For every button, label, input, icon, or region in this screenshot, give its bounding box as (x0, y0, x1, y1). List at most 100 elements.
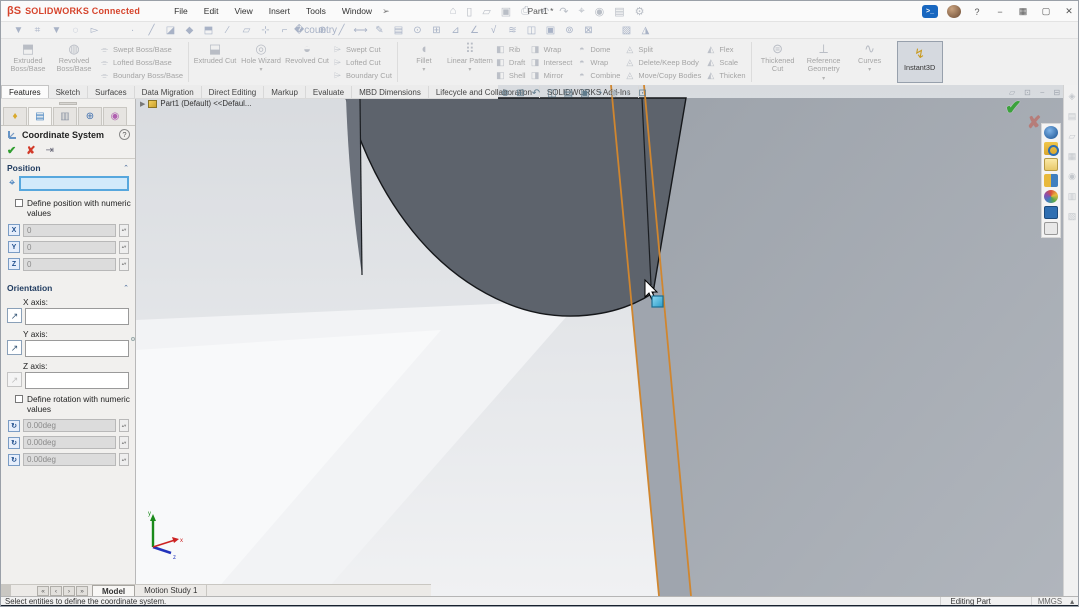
task-pane-forum-tab-icon[interactable]: ▧ (1068, 211, 1077, 222)
next-tab-button[interactable]: › (63, 586, 75, 596)
lasso-selection-icon[interactable]: ◌ (66, 25, 85, 36)
view-settings-icon[interactable]: ⊡ (638, 88, 646, 99)
command-tab[interactable]: Sketch (49, 86, 88, 98)
boss-base-stack-item[interactable]: ⌯ Boundary Boss/Base (99, 69, 183, 81)
flyout-feature-tree[interactable]: ▶ Part1 (Default) <<Defaul... (140, 99, 251, 108)
confirm-cancel-button[interactable]: ✘ (1027, 113, 1041, 133)
extruded-boss-base-button[interactable]: ⬒ Extruded Boss/Base (5, 39, 51, 85)
linear-pattern-button[interactable]: ⠿ Linear Pattern ▾ (447, 39, 493, 85)
filter-dimensions-icon[interactable]: ⟷ (351, 25, 370, 36)
define-position-checkbox[interactable]: Define position with numeric values (1, 195, 135, 222)
cut-stack-item[interactable]: ⌲ Lofted Cut (332, 56, 392, 68)
zoom-to-area-icon[interactable]: ⊞ (516, 88, 524, 99)
task-pane-explorer-tab-icon[interactable]: ▱ (1069, 131, 1076, 142)
filter-weld-symbols-icon[interactable]: ∠ (465, 25, 484, 36)
redo-icon[interactable]: ↷ (559, 5, 568, 18)
feature-stack-item[interactable]: ◭ Scale (705, 56, 745, 68)
filter-surface-bodies-icon[interactable]: ◆ (180, 25, 199, 36)
feature-stack-item[interactable]: ◬ Split (624, 43, 701, 55)
solidworks-resources-icon[interactable] (1044, 126, 1058, 139)
filter-annotations-icon[interactable]: ✎ (370, 25, 389, 36)
menu-item[interactable]: File (166, 3, 196, 19)
clear-all-filters-icon[interactable]: ⌗ (28, 25, 47, 36)
user-avatar[interactable] (947, 5, 961, 18)
feature-stack-item[interactable]: ◨ Intersect (530, 56, 573, 68)
task-pane-resources-tab-icon[interactable]: ◈ (1069, 91, 1076, 102)
rebuild-icon[interactable]: ◉ (595, 5, 605, 18)
propertymanager-tab[interactable]: ▤ (28, 107, 52, 125)
grid-layout-button[interactable]: ▦ (1016, 6, 1030, 17)
filter-datums-icon[interactable]: ⊿ (446, 25, 465, 36)
filter-routing-points-icon[interactable]: ⊠ (579, 25, 598, 36)
feature-stack-item[interactable]: ◨ Mirror (530, 69, 573, 81)
feature-stack-item[interactable]: ◓ Combine (576, 69, 620, 81)
filter-notes-icon[interactable]: ▤ (389, 25, 408, 36)
feature-stack-item[interactable]: ◭ Flex (705, 43, 745, 55)
last-tab-button[interactable]: » (76, 586, 88, 596)
feature-stack-item[interactable]: ◧ Rib (495, 43, 526, 55)
coordinate-input[interactable]: 0 (23, 258, 116, 271)
command-tab[interactable]: Evaluate (306, 86, 352, 98)
filter-vertices-icon[interactable]: ∙ (123, 25, 142, 36)
coordinate-input[interactable]: 0 (23, 224, 116, 237)
task-pane-palette-tab-icon[interactable]: ▦ (1068, 151, 1077, 162)
menu-item[interactable]: Insert (261, 3, 298, 19)
filter-cosmetic-threads-icon[interactable]: ≋ (503, 25, 522, 36)
feature-stack-item[interactable]: ◭ Thicken (705, 69, 745, 81)
orientation-section-header[interactable]: Orientation ⌃ (1, 279, 135, 295)
menu-item[interactable]: View (226, 3, 260, 19)
keep-visible-pin-icon[interactable]: ⇥ (45, 145, 53, 156)
panel-resize-handle[interactable] (130, 319, 135, 359)
fillet-button[interactable]: ◖ Fillet ▾ (401, 39, 447, 85)
command-tab[interactable]: MBD Dimensions (352, 86, 429, 98)
file-properties-icon[interactable]: ▤ (614, 5, 624, 18)
view-orientation-icon[interactable]: ▤ (564, 88, 573, 99)
close-button[interactable]: ✕ (1062, 6, 1076, 17)
feature-stack-item[interactable]: ◨ Wrap (530, 43, 573, 55)
axis-direction-button[interactable]: ↗ (7, 308, 22, 323)
curves-button[interactable]: ∿ Curves ▾ (847, 39, 893, 85)
command-tab[interactable]: Data Migration (135, 86, 202, 98)
filter-sketch-points-icon[interactable]: ⊹ (256, 25, 275, 36)
toggle-selection-filters-icon[interactable]: ▼ (9, 25, 28, 36)
menu-item[interactable]: Window (334, 3, 380, 19)
edit-appearance-icon[interactable]: ◉ (610, 88, 619, 99)
filter-solid-bodies-icon[interactable]: ⬒ (199, 25, 218, 36)
hide-show-items-icon[interactable]: ◔ (597, 88, 603, 99)
axis-direction-button[interactable]: ↗ (7, 340, 22, 355)
minimize-button[interactable]: − (993, 7, 1007, 17)
command-tab[interactable]: Direct Editing (202, 86, 265, 98)
hole-wizard-button[interactable]: ◎ Hole Wizard ▾ (238, 39, 284, 85)
cut-stack-item[interactable]: ⌲ Boundary Cut (332, 69, 392, 81)
previous-view-icon[interactable]: ↶ (532, 88, 540, 99)
save-icon[interactable]: ▣ (501, 5, 511, 18)
filter-axes-icon[interactable]: ∕ (218, 25, 237, 36)
display-style-icon[interactable]: ▣ (580, 88, 589, 99)
axis-selection-input[interactable] (25, 308, 129, 325)
restore-button[interactable]: ▢ (1039, 6, 1053, 17)
feature-stack-item[interactable]: ◓ Wrap (576, 56, 620, 68)
axis-selection-input[interactable] (25, 340, 129, 357)
select-all-filters-icon[interactable]: ▼ (47, 25, 66, 36)
feature-stack-item[interactable]: ◬ Move/Copy Bodies (624, 69, 701, 81)
configurationmanager-tab[interactable]: ▥ (53, 107, 77, 125)
task-pane-properties-tab-icon[interactable]: ▥ (1068, 191, 1077, 202)
graphics-viewport[interactable]: y x z (1, 85, 1063, 596)
dimxpertmanager-tab[interactable]: ⊕ (78, 107, 102, 125)
open-folder-icon[interactable] (1044, 158, 1058, 171)
define-rotation-checkbox[interactable]: Define rotation with numeric values (1, 391, 135, 418)
feature-stack-item[interactable]: ◬ Delete/Keep Body (624, 56, 701, 68)
tab-bar-splitter[interactable] (1, 585, 11, 596)
spinner-control[interactable]: ▴▾ (119, 453, 129, 466)
file-explorer-icon[interactable] (1044, 142, 1058, 155)
featuremanager-tab[interactable]: ♦ (3, 107, 27, 125)
filter-center-marks-icon[interactable]: ⊕ (313, 25, 332, 36)
doc-split-icon[interactable]: ⊟ (1054, 88, 1061, 97)
apply-scene-icon[interactable]: ◐ (625, 88, 631, 99)
filter-faces-icon[interactable]: ◪ (161, 25, 180, 36)
revolved-cut-button[interactable]: ◒ Revolved Cut (284, 39, 330, 85)
select-icon[interactable]: ⌖ (578, 5, 584, 18)
rotation-input[interactable]: 0.00deg (23, 419, 116, 432)
filter-edges-icon[interactable]: ╱ (142, 25, 161, 36)
command-tab[interactable]: Markup (264, 86, 306, 98)
